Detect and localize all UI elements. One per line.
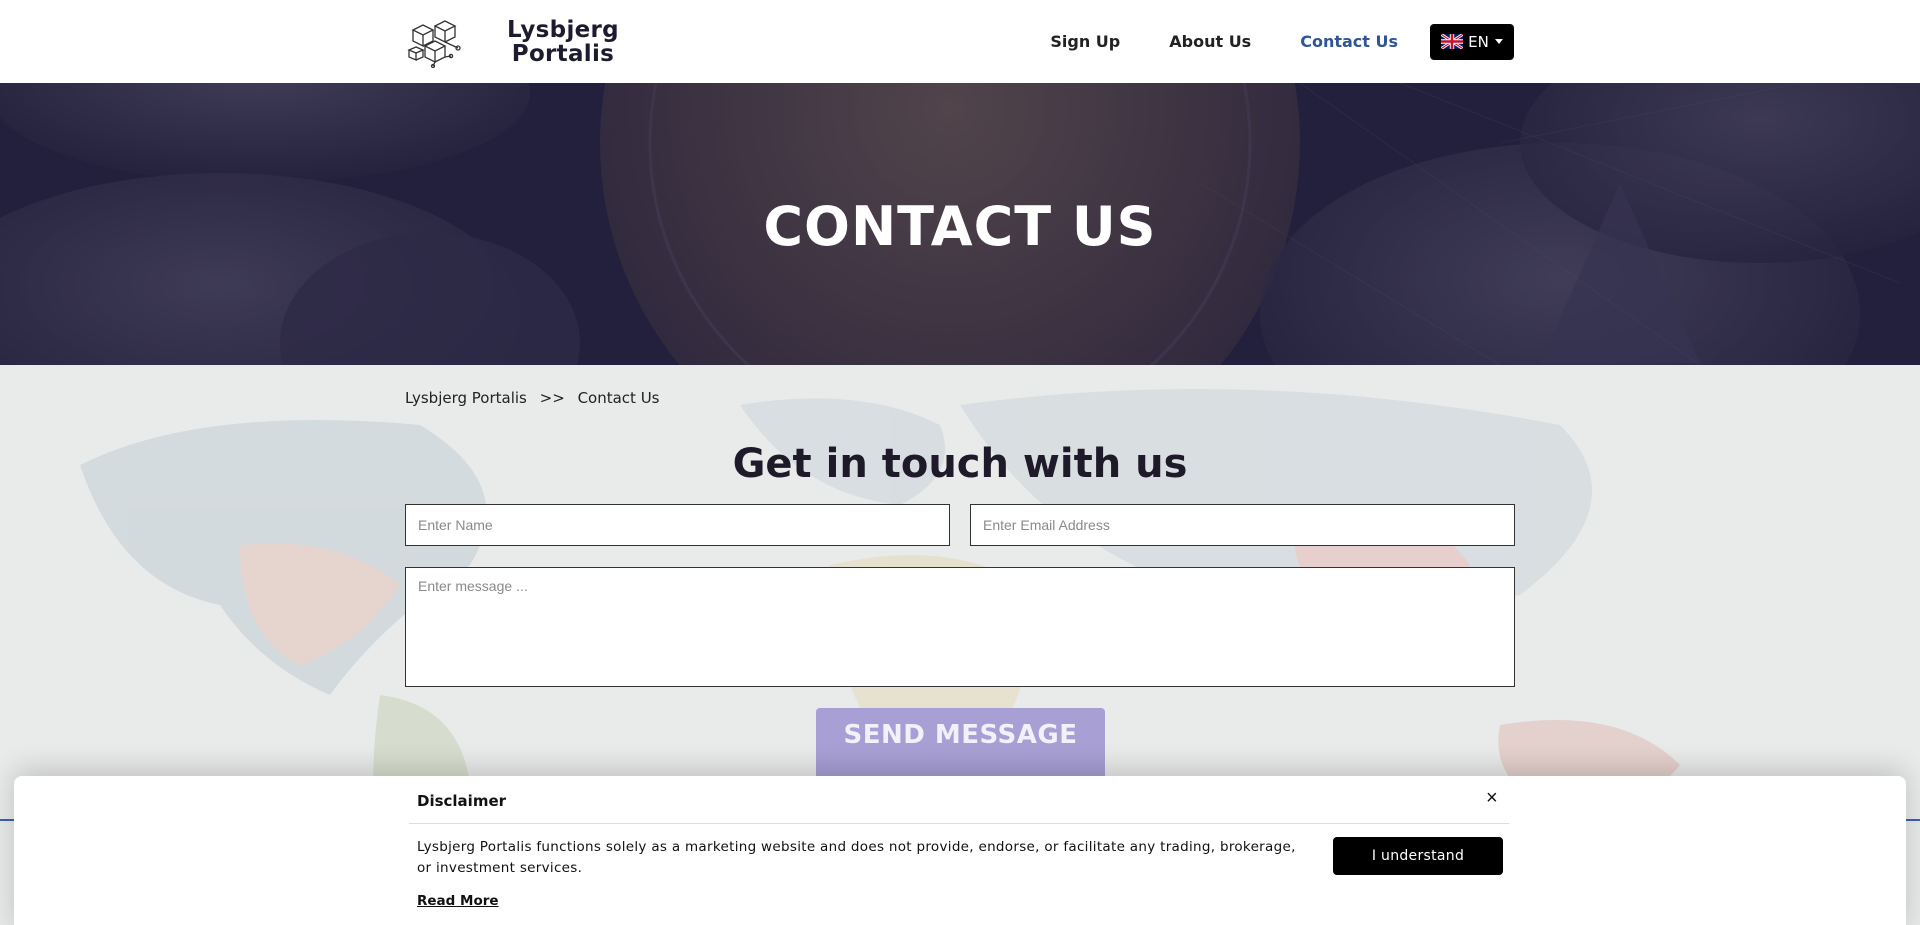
email-input[interactable] xyxy=(970,504,1515,546)
brand-logo[interactable]: Lysbjerg Portalis xyxy=(405,14,625,70)
name-input[interactable] xyxy=(405,504,950,546)
disclaimer-banner: Disclaimer × Lysbjerg Portalis functions… xyxy=(14,776,1906,925)
brand-name-line2: Portalis xyxy=(511,41,615,67)
message-textarea[interactable] xyxy=(405,567,1515,687)
language-selector[interactable]: EN xyxy=(1430,23,1514,60)
brand-name: Lysbjerg Portalis xyxy=(507,18,619,66)
page-hero-title: CONTACT US xyxy=(763,195,1157,258)
nav-contact-us[interactable]: Contact Us xyxy=(1300,32,1398,51)
hero-banner: CONTACT US xyxy=(0,83,1920,365)
uk-flag-icon xyxy=(1441,34,1464,49)
read-more-link[interactable]: Read More xyxy=(417,893,499,909)
disclaimer-title: Disclaimer xyxy=(417,792,507,810)
disclaimer-divider xyxy=(409,823,1509,824)
brand-name-line1: Lysbjerg xyxy=(507,17,619,43)
language-code: EN xyxy=(1468,32,1489,51)
breadcrumb-separator: >> xyxy=(539,389,565,407)
nav-sign-up[interactable]: Sign Up xyxy=(1050,32,1120,51)
chevron-down-icon xyxy=(1494,39,1503,44)
main-nav: Sign Up About Us Contact Us EN xyxy=(1001,0,1514,83)
i-understand-button[interactable]: I understand xyxy=(1333,837,1503,875)
breadcrumb-home[interactable]: Lysbjerg Portalis xyxy=(405,389,527,407)
contact-form-title: Get in touch with us xyxy=(732,441,1188,487)
nav-about-us[interactable]: About Us xyxy=(1169,32,1251,51)
send-message-button[interactable]: SEND MESSAGE xyxy=(816,708,1105,780)
disclaimer-text: Lysbjerg Portalis functions solely as a … xyxy=(417,839,1296,876)
blockchain-cubes-icon xyxy=(407,20,461,68)
close-icon[interactable]: × xyxy=(1486,788,1498,808)
breadcrumb-current: Contact Us xyxy=(577,389,660,407)
site-header: Lysbjerg Portalis Sign Up About Us Conta… xyxy=(0,0,1920,83)
breadcrumb: Lysbjerg Portalis >> Contact Us xyxy=(405,389,668,407)
